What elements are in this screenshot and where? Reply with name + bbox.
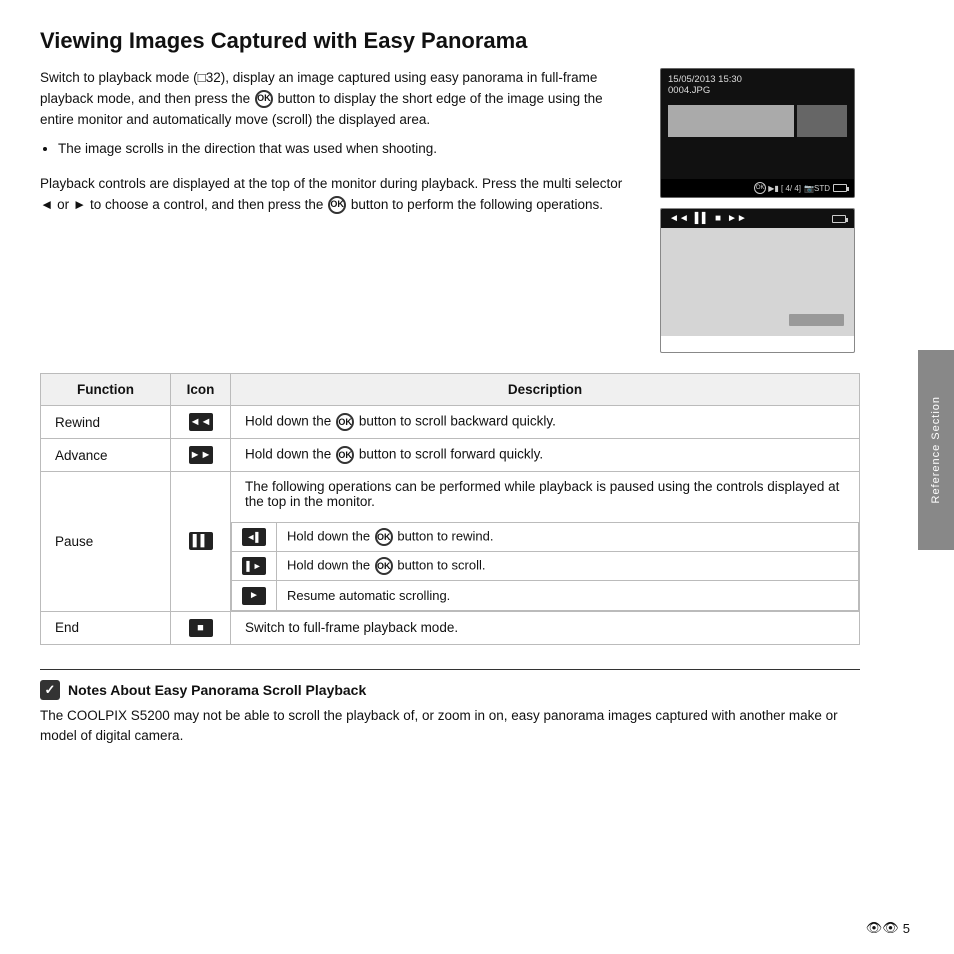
table-row: End ■ Switch to full-frame playback mode… xyxy=(41,611,860,644)
table-header: Function Icon Description xyxy=(41,374,860,406)
table-row: ▌► Hold down the OK button to scroll. xyxy=(232,552,859,581)
table-row: ◄▌ Hold down the OK button to rewind. xyxy=(232,523,859,552)
camera-screen-2: ◄◄ ▌▌ ■ ►► xyxy=(660,208,855,353)
intro-para1: Switch to playback mode (□32), display a… xyxy=(40,68,636,131)
ok-nested-2: OK xyxy=(375,557,393,575)
pause-icon-btn: ▌▌ xyxy=(189,532,213,550)
playback-controls-bar: ◄◄ ▌▌ ■ ►► xyxy=(661,209,854,228)
table-body: Rewind ◄◄ Hold down the OK button to scr… xyxy=(41,406,860,645)
screen1-datetime: 15/05/2013 15:30 xyxy=(668,74,847,85)
ok-symbol-2: OK xyxy=(328,196,346,214)
col-function: Function xyxy=(41,374,171,406)
reference-sidebar: Reference Section xyxy=(918,350,954,550)
nested-desc-resume: Resume automatic scrolling. xyxy=(277,581,859,611)
page-title: Viewing Images Captured with Easy Panora… xyxy=(40,28,860,54)
notes-title: Notes About Easy Panorama Scroll Playbac… xyxy=(68,682,366,698)
battery-tip xyxy=(847,187,849,191)
table-row: Advance ►► Hold down the OK button to sc… xyxy=(41,439,860,472)
nested-icon-resume: ► xyxy=(232,581,277,611)
notes-header: ✓ Notes About Easy Panorama Scroll Playb… xyxy=(40,680,860,700)
scroll-indicator xyxy=(789,314,844,326)
ok-circle-small: OK xyxy=(754,182,766,194)
ok-rewind: OK xyxy=(336,413,354,431)
nested-rewind-btn: ◄▌ xyxy=(242,528,266,546)
screen1-bottom-bar: OK ▶▮ [ 4/ 4] 📷STD xyxy=(661,179,854,197)
screen1-std: 📷STD xyxy=(804,184,830,193)
header-row: Function Icon Description xyxy=(41,374,860,406)
intro-bullets: The image scrolls in the direction that … xyxy=(58,139,636,160)
btn-rewind: ◄◄ xyxy=(669,213,689,224)
pano-dark xyxy=(797,105,847,137)
function-rewind: Rewind xyxy=(41,406,171,439)
icon-rewind: ◄◄ xyxy=(171,406,231,439)
battery-tip-2 xyxy=(846,218,848,222)
screen1-ok-controls: OK ▶▮ [ 4/ 4] xyxy=(754,182,801,194)
nested-resume-btn: ► xyxy=(242,587,266,605)
pano-light xyxy=(668,105,794,137)
desc-end: Switch to full-frame playback mode. xyxy=(231,611,860,644)
rewind-icon-btn: ◄◄ xyxy=(189,413,213,431)
table-row: Rewind ◄◄ Hold down the OK button to scr… xyxy=(41,406,860,439)
battery-icon-1 xyxy=(833,184,847,192)
table-row: ► Resume automatic scrolling. xyxy=(232,581,859,611)
notes-section: ✓ Notes About Easy Panorama Scroll Playb… xyxy=(40,669,860,748)
function-end: End xyxy=(41,611,171,644)
icon-pause: ▌▌ xyxy=(171,472,231,612)
page-number-area: 👁👁 5 xyxy=(866,920,910,936)
battery-icon-2 xyxy=(832,215,846,223)
ok-nested-1: OK xyxy=(375,528,393,546)
desc-advance: Hold down the OK button to scroll forwar… xyxy=(231,439,860,472)
desc-rewind: Hold down the OK button to scroll backwa… xyxy=(231,406,860,439)
icon-end: ■ xyxy=(171,611,231,644)
notes-text: The COOLPIX S5200 may not be able to scr… xyxy=(40,706,860,748)
screen1-counter: ▶▮ [ 4/ 4] xyxy=(768,184,801,193)
screen1-filename: 0004.JPG xyxy=(668,85,847,96)
function-pause: Pause xyxy=(41,472,171,612)
intro-text: Switch to playback mode (□32), display a… xyxy=(40,68,636,353)
pause-nested-table: ◄▌ Hold down the OK button to rewind. ▌►… xyxy=(231,522,859,611)
btn-stop: ■ xyxy=(715,213,721,224)
page-num: 5 xyxy=(903,921,910,936)
nested-icon-rewind: ◄▌ xyxy=(232,523,277,552)
icon-advance: ►► xyxy=(171,439,231,472)
table-row: Pause ▌▌ The following operations can be… xyxy=(41,472,860,612)
screen1-info: 15/05/2013 15:30 0004.JPG xyxy=(661,69,854,101)
nested-desc-rewind: Hold down the OK button to rewind. xyxy=(277,523,859,552)
intro-section: Switch to playback mode (□32), display a… xyxy=(40,68,860,353)
intro-para2: Playback controls are displayed at the t… xyxy=(40,174,636,216)
main-content: Viewing Images Captured with Easy Panora… xyxy=(0,0,900,767)
playback-image-area xyxy=(661,228,854,336)
ok-advance: OK xyxy=(336,446,354,464)
screen1-panorama-bar xyxy=(668,105,847,137)
col-description: Description xyxy=(231,374,860,406)
function-advance: Advance xyxy=(41,439,171,472)
btn-forward: ►► xyxy=(727,213,747,224)
function-table: Function Icon Description Rewind ◄◄ Hold… xyxy=(40,373,860,645)
desc-pause: The following operations can be performe… xyxy=(231,472,860,612)
btn-pause: ▌▌ xyxy=(695,213,709,224)
reference-label: Reference Section xyxy=(930,396,942,504)
ok-symbol-1: OK xyxy=(255,90,273,108)
playback-btns: ◄◄ ▌▌ ■ ►► xyxy=(669,213,747,224)
advance-icon-btn: ►► xyxy=(189,446,213,464)
camera-screens: 15/05/2013 15:30 0004.JPG OK ▶▮ [ 4/ 4] … xyxy=(660,68,860,353)
intro-bullet: The image scrolls in the direction that … xyxy=(58,139,636,160)
camera-screen-1: 15/05/2013 15:30 0004.JPG OK ▶▮ [ 4/ 4] … xyxy=(660,68,855,198)
col-icon: Icon xyxy=(171,374,231,406)
check-icon: ✓ xyxy=(40,680,60,700)
nested-scroll-btn: ▌► xyxy=(242,557,266,575)
eye-icon: 👁👁 xyxy=(866,920,899,936)
end-icon-btn: ■ xyxy=(189,619,213,637)
nested-desc-scroll: Hold down the OK button to scroll. xyxy=(277,552,859,581)
pause-header-text: The following operations can be performe… xyxy=(231,472,859,516)
nested-icon-scroll: ▌► xyxy=(232,552,277,581)
